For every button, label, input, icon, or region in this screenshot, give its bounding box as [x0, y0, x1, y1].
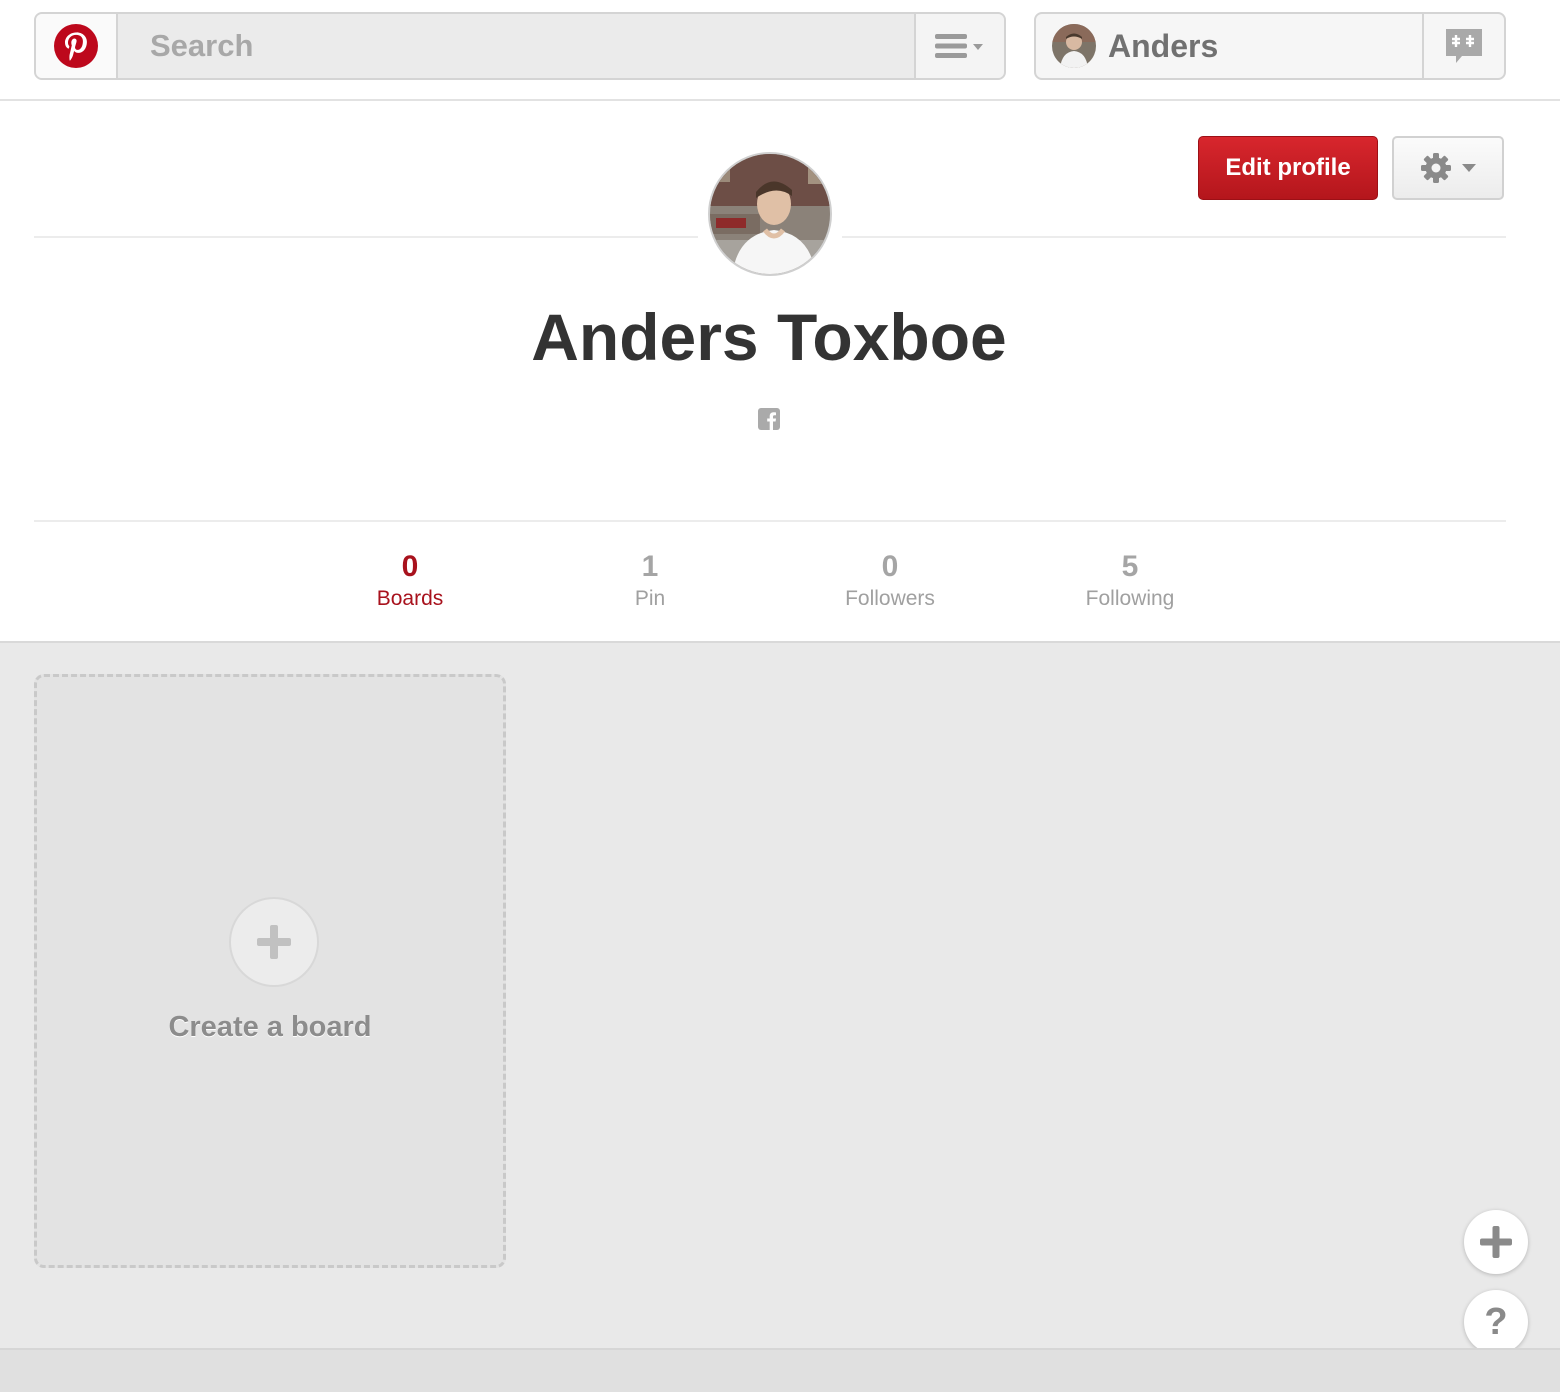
- search-input[interactable]: [120, 14, 916, 78]
- top-navigation-bar: Anders: [0, 0, 1560, 101]
- create-board-card[interactable]: Create a board: [34, 674, 506, 1268]
- stat-following[interactable]: 5 Following: [1030, 549, 1230, 613]
- notifications-button[interactable]: [1422, 14, 1504, 78]
- create-board-plus-button[interactable]: [229, 897, 319, 987]
- divider-right: [842, 236, 1506, 238]
- profile-header: Edit profile Anders Toxboe 0 Boards 1 Pi…: [0, 101, 1560, 643]
- stat-boards[interactable]: 0 Boards: [310, 549, 510, 613]
- edit-profile-button[interactable]: Edit profile: [1198, 136, 1378, 200]
- stat-count: 0: [401, 550, 419, 583]
- categories-menu-button[interactable]: [914, 14, 1004, 78]
- stat-label: Boards: [376, 587, 444, 610]
- stat-label: Following: [1085, 587, 1175, 610]
- stat-count: 5: [1121, 550, 1139, 583]
- stat-count: 0: [881, 550, 899, 583]
- user-profile-button[interactable]: Anders: [1036, 14, 1422, 78]
- username-label: Anders: [1108, 27, 1219, 64]
- stat-followers[interactable]: 0 Followers: [790, 549, 990, 613]
- add-pin-floating-button[interactable]: [1464, 1210, 1528, 1274]
- plus-icon: [257, 925, 291, 959]
- settings-dropdown-button[interactable]: [1392, 136, 1504, 200]
- stat-label: Pin: [634, 587, 666, 610]
- plus-icon: [1480, 1226, 1512, 1258]
- profile-stats: 0 Boards 1 Pin 0 Followers 5 Following: [0, 541, 1560, 641]
- user-menu-bar: Anders: [1034, 12, 1506, 80]
- create-board-label: Create a board: [168, 1011, 372, 1043]
- chevron-down-icon: [1462, 164, 1476, 172]
- search-bar: [34, 12, 1006, 80]
- stat-pins[interactable]: 1 Pin: [550, 549, 750, 613]
- hamburger-menu-icon: [935, 34, 983, 58]
- facebook-icon[interactable]: [758, 408, 780, 430]
- help-floating-button[interactable]: ?: [1464, 1290, 1528, 1354]
- stat-count: 1: [641, 550, 659, 583]
- stat-label: Followers: [845, 587, 935, 610]
- gear-icon: [1421, 153, 1451, 183]
- help-icon: ?: [1484, 1300, 1508, 1343]
- stats-divider: [34, 520, 1506, 522]
- notifications-icon: [1446, 29, 1482, 63]
- divider-left: [34, 236, 698, 238]
- profile-name: Anders Toxboe: [531, 300, 1007, 374]
- profile-avatar[interactable]: [708, 152, 832, 276]
- pinterest-logo-button[interactable]: [36, 14, 118, 78]
- pinterest-logo-icon: [54, 24, 98, 68]
- footer-strip: [0, 1348, 1560, 1392]
- user-avatar: [1052, 24, 1096, 68]
